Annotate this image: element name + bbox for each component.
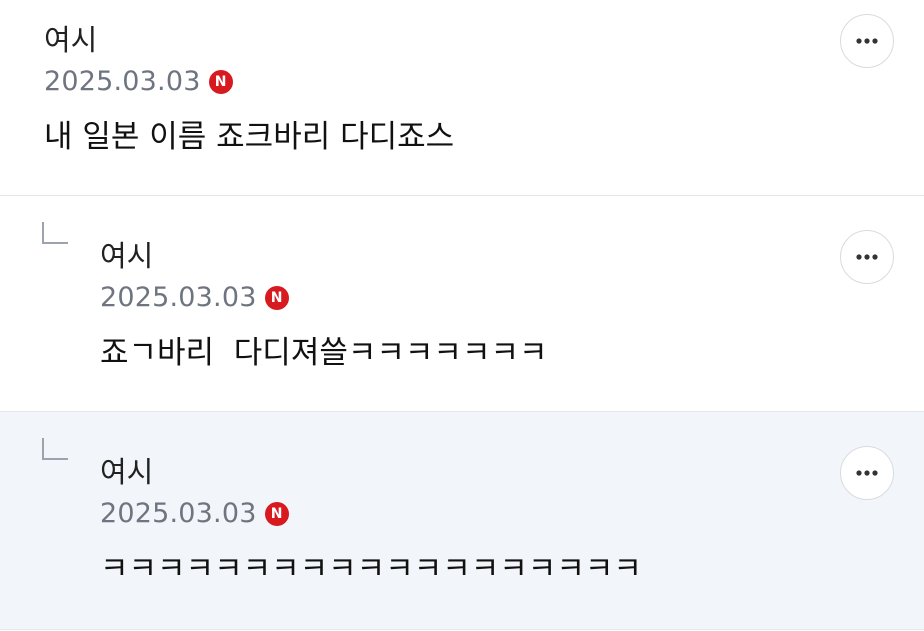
comment-text: 내 일본 이름 죠크바리 다디죠스 xyxy=(44,119,455,155)
comment-item: 여시 2025.03.03 N 내 일본 이름 죠크바리 다디죠스 xyxy=(0,0,924,196)
comment-author[interactable]: 여시 xyxy=(100,236,924,276)
comment-date: 2025.03.03 xyxy=(44,66,201,97)
comment-author[interactable]: 여시 xyxy=(44,20,924,60)
reply-comment-item: 여시 2025.03.03 N 죠ㄱ바리 다디져쓸ㅋㅋㅋㅋㅋㅋㅋ xyxy=(0,196,924,412)
reply-arrow-icon xyxy=(42,222,68,244)
comment-author[interactable]: 여시 xyxy=(100,452,924,492)
comment-text: ㅋㅋㅋㅋㅋㅋㅋㅋㅋㅋㅋㅋㅋㅋㅋㅋㅋㅋㅋ xyxy=(100,551,642,587)
reply-arrow-icon xyxy=(42,438,68,460)
comment-meta: 2025.03.03 N xyxy=(44,66,924,97)
reply-comment-item: 여시 2025.03.03 N ㅋㅋㅋㅋㅋㅋㅋㅋㅋㅋㅋㅋㅋㅋㅋㅋㅋㅋㅋ xyxy=(0,412,924,630)
more-horizontal-icon xyxy=(856,254,878,260)
comment-date: 2025.03.03 xyxy=(100,498,257,529)
more-horizontal-icon xyxy=(856,470,878,476)
comment-text: 죠ㄱ바리 다디져쓸ㅋㅋㅋㅋㅋㅋㅋ xyxy=(100,335,548,371)
naver-n-badge-icon: N xyxy=(208,69,233,94)
comment-meta: 2025.03.03 N xyxy=(100,282,924,313)
more-horizontal-icon xyxy=(856,38,878,44)
naver-n-badge-icon: N xyxy=(264,501,289,526)
comment-meta: 2025.03.03 N xyxy=(100,498,924,529)
more-options-button[interactable] xyxy=(840,230,894,284)
more-options-button[interactable] xyxy=(840,446,894,500)
comment-date: 2025.03.03 xyxy=(100,282,257,313)
more-options-button[interactable] xyxy=(840,14,894,68)
naver-n-badge-icon: N xyxy=(264,285,289,310)
